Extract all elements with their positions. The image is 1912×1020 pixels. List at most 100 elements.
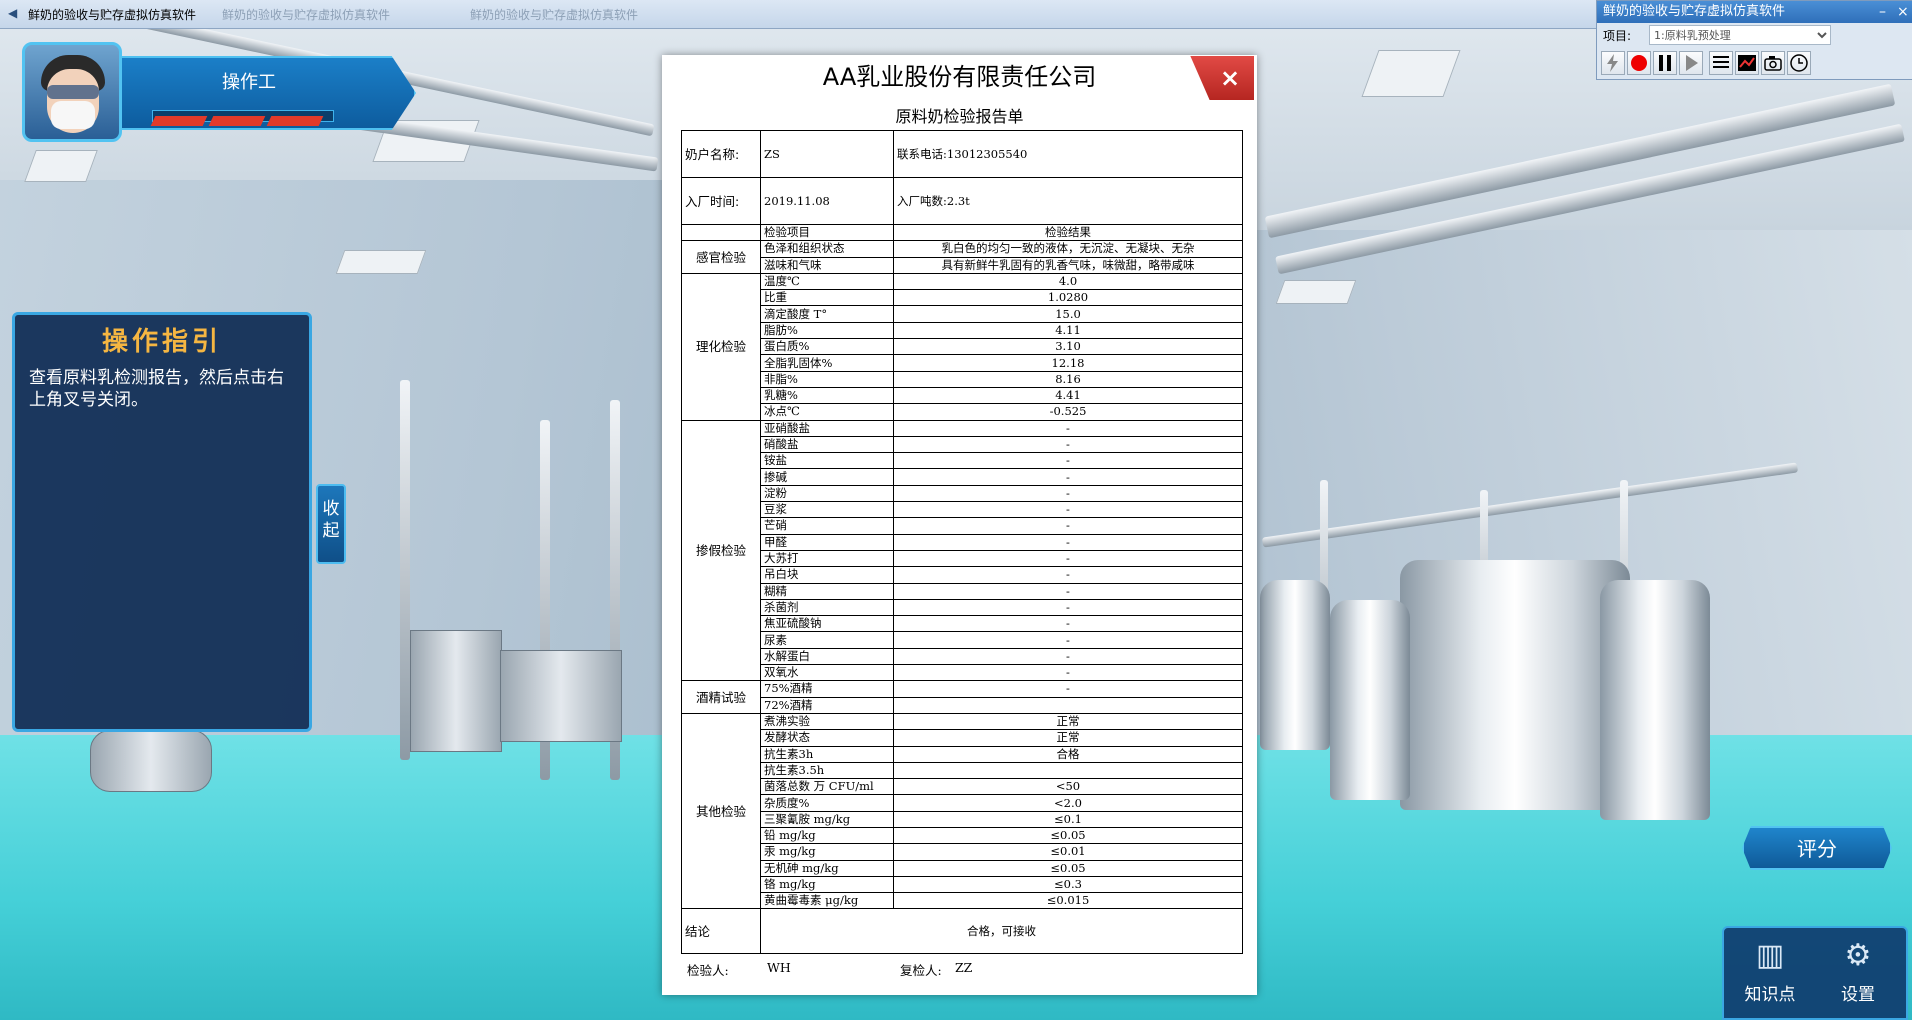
record-button[interactable] (1627, 51, 1651, 75)
operator-badge: 操作工 (22, 42, 416, 142)
chart-button[interactable] (1735, 51, 1759, 75)
tool-button[interactable] (1601, 51, 1625, 75)
table-row: 理化检验 温度℃ 4.0 (681, 272, 1243, 421)
inspector-label: 检验人: (687, 963, 729, 978)
result-cell: 3.10 (893, 338, 1243, 356)
pump (90, 730, 212, 792)
item-cell: 吊白块 (760, 566, 894, 584)
table-row: 黄曲霉毒素 μg/kg ≤0.015 (682, 892, 1243, 910)
item-cell: 滋味和气味 (760, 256, 894, 274)
item-cell: 亚硝酸盐 (760, 419, 894, 437)
table-row: 芒硝 - (682, 517, 1243, 535)
result-cell: <50 (893, 778, 1243, 796)
table-row: 尿素 - (682, 631, 1243, 649)
result-cell: - (893, 615, 1243, 633)
control-panel-header: 鲜奶的验收与贮存虚拟仿真软件 – × (1597, 1, 1912, 23)
settings-button[interactable]: ⚙ 设置 (1820, 936, 1896, 1016)
table-row: 大苏打 - (682, 549, 1243, 568)
category-cell: 掺假检验 (681, 419, 761, 682)
score-button[interactable]: 评分 (1742, 826, 1892, 870)
ceiling-light (1275, 280, 1357, 304)
knowledge-label: 知识点 (1744, 985, 1796, 1005)
table-row: 杀菌剂 - (682, 598, 1243, 617)
table-row: 铬 mg/kg ≤0.3 (682, 875, 1243, 894)
storage-tank (1330, 600, 1410, 800)
table-row: 滋味和气味 具有新鲜牛乳固有的乳香气味，味微甜，略带咸味 (682, 256, 1243, 274)
table-row: 汞 mg/kg ≤0.01 (682, 843, 1243, 861)
tons-label: 入厂吨数: (897, 193, 947, 208)
knowledge-button[interactable]: ▥ 知识点 (1732, 936, 1808, 1016)
time-label: 入厂时间: (681, 177, 761, 225)
minimize-button[interactable]: – (1879, 1, 1886, 23)
progress-bar (150, 110, 334, 126)
item-cell: 黄曲霉毒素 μg/kg (760, 892, 894, 910)
table-row: 淀粉 - (682, 484, 1243, 503)
result-cell: ≤0.1 (893, 810, 1243, 828)
category-cell: 其他检验 (681, 712, 761, 910)
table-row: 酒精试验 75%酒精 - (681, 680, 1243, 714)
project-select[interactable]: 1:原料乳预处理 (1649, 25, 1831, 45)
result-cell: 4.0 (893, 272, 1243, 291)
header-spacer (681, 223, 761, 242)
result-cell: 正常 (893, 712, 1243, 731)
result-cell: 乳白色的均匀一致的液体，无沉淀、无凝块、无杂 (893, 240, 1243, 258)
item-cell: 杂质度% (760, 794, 894, 812)
collapse-button[interactable]: 收起 (316, 484, 346, 564)
close-window-button[interactable]: × (1897, 1, 1909, 23)
clock-icon (1790, 54, 1808, 72)
play-icon (1686, 55, 1698, 71)
table-row: 感官检验 色泽和组织状态 乳白色的均匀一致的液体，无沉淀、无凝块、无杂 (681, 240, 1243, 274)
item-cell: 甲醛 (760, 533, 894, 551)
table-row: 焦亚硫酸钠 - (682, 615, 1243, 633)
header-row: 检验项目 检验结果 (681, 223, 1243, 242)
result-cell: ≤0.05 (893, 859, 1243, 877)
item-cell: 非脂% (760, 370, 894, 388)
camera-button[interactable] (1761, 51, 1785, 75)
faded-tab: 鲜奶的验收与贮存虚拟仿真软件 (222, 8, 391, 22)
pause-button[interactable] (1653, 51, 1677, 75)
time-value: 2019.11.08 (760, 177, 894, 225)
table-row: 三聚氰胺 mg/kg ≤0.1 (682, 810, 1243, 828)
play-button[interactable] (1679, 51, 1703, 75)
result-cell: - (893, 582, 1243, 600)
table-row: 铵盐 - (682, 452, 1243, 470)
guide-title: 操作指引 (101, 327, 222, 357)
window-title-bar: ◀ 鲜奶的验收与贮存虚拟仿真软件 鲜奶的验收与贮存虚拟仿真软件 鲜奶的验收与贮存… (0, 0, 1600, 29)
result-cell: - (893, 680, 1243, 698)
result-cell: 具有新鲜牛乳固有的乳香气味，味微甜，略带咸味 (893, 256, 1243, 274)
result-cell: - (893, 549, 1243, 568)
app-icon: ◀ (8, 6, 18, 20)
clock-button[interactable] (1787, 51, 1811, 75)
ceiling-light (24, 150, 98, 182)
header-item: 检验项目 (760, 223, 894, 242)
report-table: 奶户名称: ZS 联系电话:13012305540 入厂时间: 2019.11.… (681, 130, 1243, 955)
menu-button[interactable] (1709, 51, 1733, 75)
phone-label: 联系电话: (897, 146, 947, 161)
pipe (400, 380, 410, 760)
table-row: 比重 1.0280 (682, 289, 1243, 307)
reviewer-label: 复检人: (900, 963, 942, 978)
table-row: 抗生素3h 合格 (682, 745, 1243, 763)
bottom-dock: ▥ 知识点 ⚙ 设置 (1722, 926, 1908, 1020)
item-cell: 煮沸实验 (760, 712, 894, 731)
owner-value: ZS (760, 130, 894, 178)
table-row: 蛋白质% 3.10 (682, 338, 1243, 356)
table-row: 菌落总数 万 CFU/ml <50 (682, 778, 1243, 796)
item-cell: 双氧水 (760, 664, 894, 682)
item-cell: 比重 (760, 289, 894, 307)
control-panel-title: 鲜奶的验收与贮存虚拟仿真软件 (1603, 4, 1786, 19)
item-cell: 大苏打 (760, 549, 894, 568)
item-cell: 75%酒精 (760, 680, 894, 698)
item-cell: 水解蛋白 (760, 647, 894, 666)
conclusion-value: 合格，可接收 (760, 908, 1243, 955)
item-cell: 硝酸盐 (760, 435, 894, 454)
item-cell: 菌落总数 万 CFU/ml (760, 778, 894, 796)
table-row: 铅 mg/kg ≤0.05 (682, 826, 1243, 845)
conclusion-row: 结论 合格，可接收 (681, 908, 1243, 955)
project-label: 项目: (1603, 29, 1632, 43)
result-cell: 正常 (893, 729, 1243, 747)
table-row: 冰点℃ -0.525 (682, 403, 1243, 421)
heat-exchanger (500, 650, 622, 742)
storage-tank (1400, 560, 1630, 810)
avatar (22, 42, 122, 142)
